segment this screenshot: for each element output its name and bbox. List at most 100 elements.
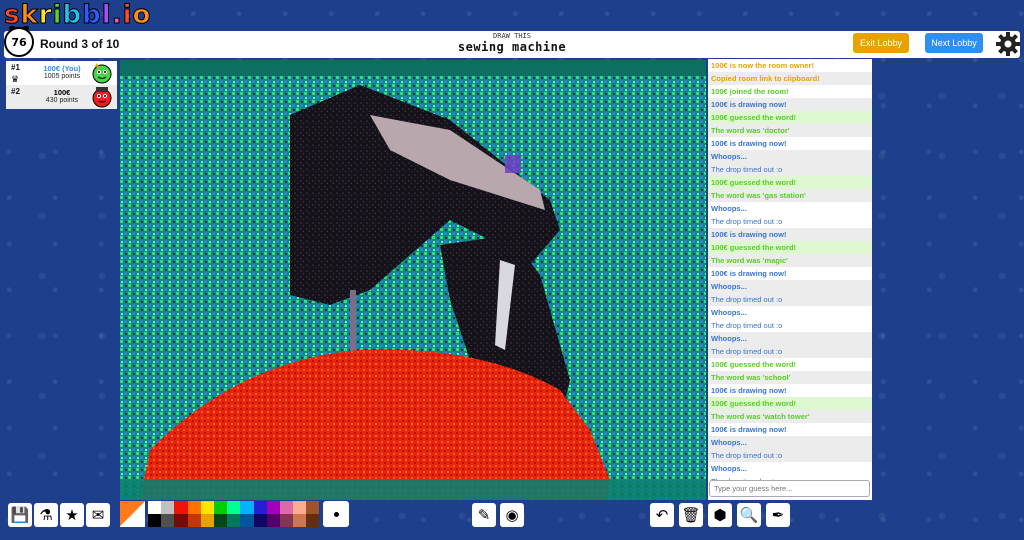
chat-message: 100€ guessed the word!	[708, 397, 872, 410]
current-word: sewing machine	[457, 40, 567, 54]
fill-bucket-tool-button[interactable]: ◉	[500, 503, 524, 527]
player-row[interactable]: #2 100€ 430 points	[6, 85, 117, 109]
chat-message: 100€ is drawing now!	[711, 385, 787, 395]
star-tool-button[interactable]: ★	[60, 503, 84, 527]
cube-tool-button[interactable]: ⬢	[708, 503, 732, 527]
chat-message: Whoops...	[708, 332, 872, 345]
save-icon: 💾	[10, 506, 30, 524]
palette-color-swatch[interactable]	[161, 501, 175, 514]
pencil-tool-button[interactable]: ✎	[472, 503, 496, 527]
palette-color-swatch[interactable]	[279, 514, 294, 527]
chat-message: 100€ is drawing now!	[708, 228, 872, 241]
crown-icon: ♛	[11, 74, 20, 84]
palette-color-swatch[interactable]	[293, 501, 307, 514]
potion-icon: ⚗	[39, 506, 53, 524]
palette-color-swatch[interactable]	[148, 514, 162, 527]
palette-color-swatch[interactable]	[306, 501, 320, 514]
settings-gear-icon[interactable]	[995, 31, 1021, 57]
undo-tool-button[interactable]: ↶	[650, 503, 674, 527]
logo-letter: r	[38, 0, 53, 30]
skribbl-logo: skribbl.io	[3, 0, 152, 30]
palette-color-swatch[interactable]	[161, 514, 175, 527]
logo-letter: o	[132, 0, 152, 30]
save-tool-button[interactable]: 💾	[8, 503, 32, 527]
player-row[interactable]: #1 ♛ 100€ (You) 1005 points	[6, 61, 117, 85]
brush-size-button[interactable]	[323, 501, 349, 527]
avatar	[91, 86, 113, 108]
palette-color-swatch[interactable]	[227, 514, 241, 527]
palette-color-swatch[interactable]	[240, 501, 254, 514]
potion-tool-button[interactable]: ⚗	[34, 503, 58, 527]
palette-color-swatch[interactable]	[253, 514, 267, 527]
chat-message: The drop timed out :o	[711, 216, 783, 226]
eyedropper-tool-button[interactable]: ✒	[766, 503, 790, 527]
guess-input[interactable]	[709, 480, 870, 497]
eyedropper-icon: ✒	[771, 506, 785, 524]
exit-lobby-button[interactable]: Exit Lobby	[853, 33, 909, 53]
palette-color-swatch[interactable]	[253, 501, 267, 514]
trash-tool-button[interactable]: 🗑	[679, 503, 703, 527]
palette-color-swatch[interactable]	[187, 501, 201, 514]
chat-message: 100€ joined the room!	[711, 86, 789, 96]
chat-message: Whoops...	[711, 203, 747, 213]
logo-letter: i	[122, 0, 133, 30]
palette-color-swatch[interactable]	[174, 514, 188, 527]
player-name: 100€	[53, 88, 71, 97]
chat-message: 100€ is drawing now!	[711, 138, 787, 148]
chat-message: 100€ guessed the word!	[708, 111, 872, 124]
player-name: 100€ (You)	[43, 64, 81, 73]
logo-letter: b	[62, 0, 83, 30]
logo-letter: k	[20, 0, 39, 30]
logo-letter: s	[3, 0, 21, 30]
chat-message: The drop timed out :o	[708, 163, 872, 176]
palette-color-swatch[interactable]	[266, 501, 280, 514]
mail-icon: ✉	[91, 506, 105, 524]
palette-color-swatch[interactable]	[213, 501, 228, 514]
logo-letter: i	[52, 0, 63, 30]
palette-color-swatch[interactable]	[200, 501, 214, 514]
palette-color-swatch[interactable]	[200, 514, 214, 527]
drawing-sewing-machine	[120, 60, 706, 500]
palette-color-swatch[interactable]	[148, 501, 162, 514]
player-points: 430 points	[45, 97, 79, 104]
mail-tool-button[interactable]: ✉	[86, 503, 110, 527]
palette-color-swatch[interactable]	[240, 514, 254, 527]
chat-message: Copied room link to clipboard!	[708, 72, 872, 85]
next-lobby-button[interactable]: Next Lobby	[925, 33, 983, 53]
chat-message: 100€ is now the room owner!	[711, 60, 814, 70]
chat-message: The drop timed out :o	[708, 449, 872, 462]
palette-color-swatch[interactable]	[213, 514, 228, 527]
selected-color-swatch[interactable]	[120, 501, 145, 527]
palette-color-swatch[interactable]	[293, 514, 307, 527]
logo-letter: b	[82, 0, 102, 30]
player-rank: #1	[11, 63, 20, 72]
palette-color-swatch[interactable]	[187, 514, 201, 527]
color-palette	[148, 501, 320, 527]
trash-icon: 🗑	[681, 506, 701, 524]
star-icon: ★	[65, 506, 79, 524]
timer-clock-icon: 76	[4, 26, 34, 57]
palette-color-swatch[interactable]	[279, 501, 294, 514]
fill-bucket-icon: ◉	[505, 506, 519, 524]
chat-message: Whoops...	[711, 463, 747, 473]
chat-message: Whoops...	[708, 280, 872, 293]
chat-message: 100€ guessed the word!	[711, 359, 797, 369]
chat-message: Whoops...	[708, 150, 872, 163]
drawing-canvas[interactable]	[120, 60, 706, 500]
chat-message: The word was 'magic'	[708, 254, 872, 267]
palette-color-swatch[interactable]	[174, 501, 188, 514]
zoom-tool-button[interactable]: 🔍	[737, 503, 761, 527]
palette-color-swatch[interactable]	[227, 501, 241, 514]
palette-color-swatch[interactable]	[306, 514, 320, 527]
zoom-icon: 🔍	[739, 506, 759, 524]
undo-icon: ↶	[655, 506, 669, 524]
round-indicator: Round 3 of 10	[40, 37, 120, 51]
cube-icon: ⬢	[713, 506, 727, 524]
chat-message: The word was 'gas station'	[708, 189, 872, 202]
chat-message: 100€ is drawing now!	[708, 98, 872, 111]
logo-letter: .	[111, 0, 123, 30]
palette-color-swatch[interactable]	[266, 514, 280, 527]
chat-message: 100€ is drawing now!	[711, 424, 787, 434]
chat-message: The word was 'school'	[708, 371, 872, 384]
logo-letter: l	[101, 0, 112, 30]
